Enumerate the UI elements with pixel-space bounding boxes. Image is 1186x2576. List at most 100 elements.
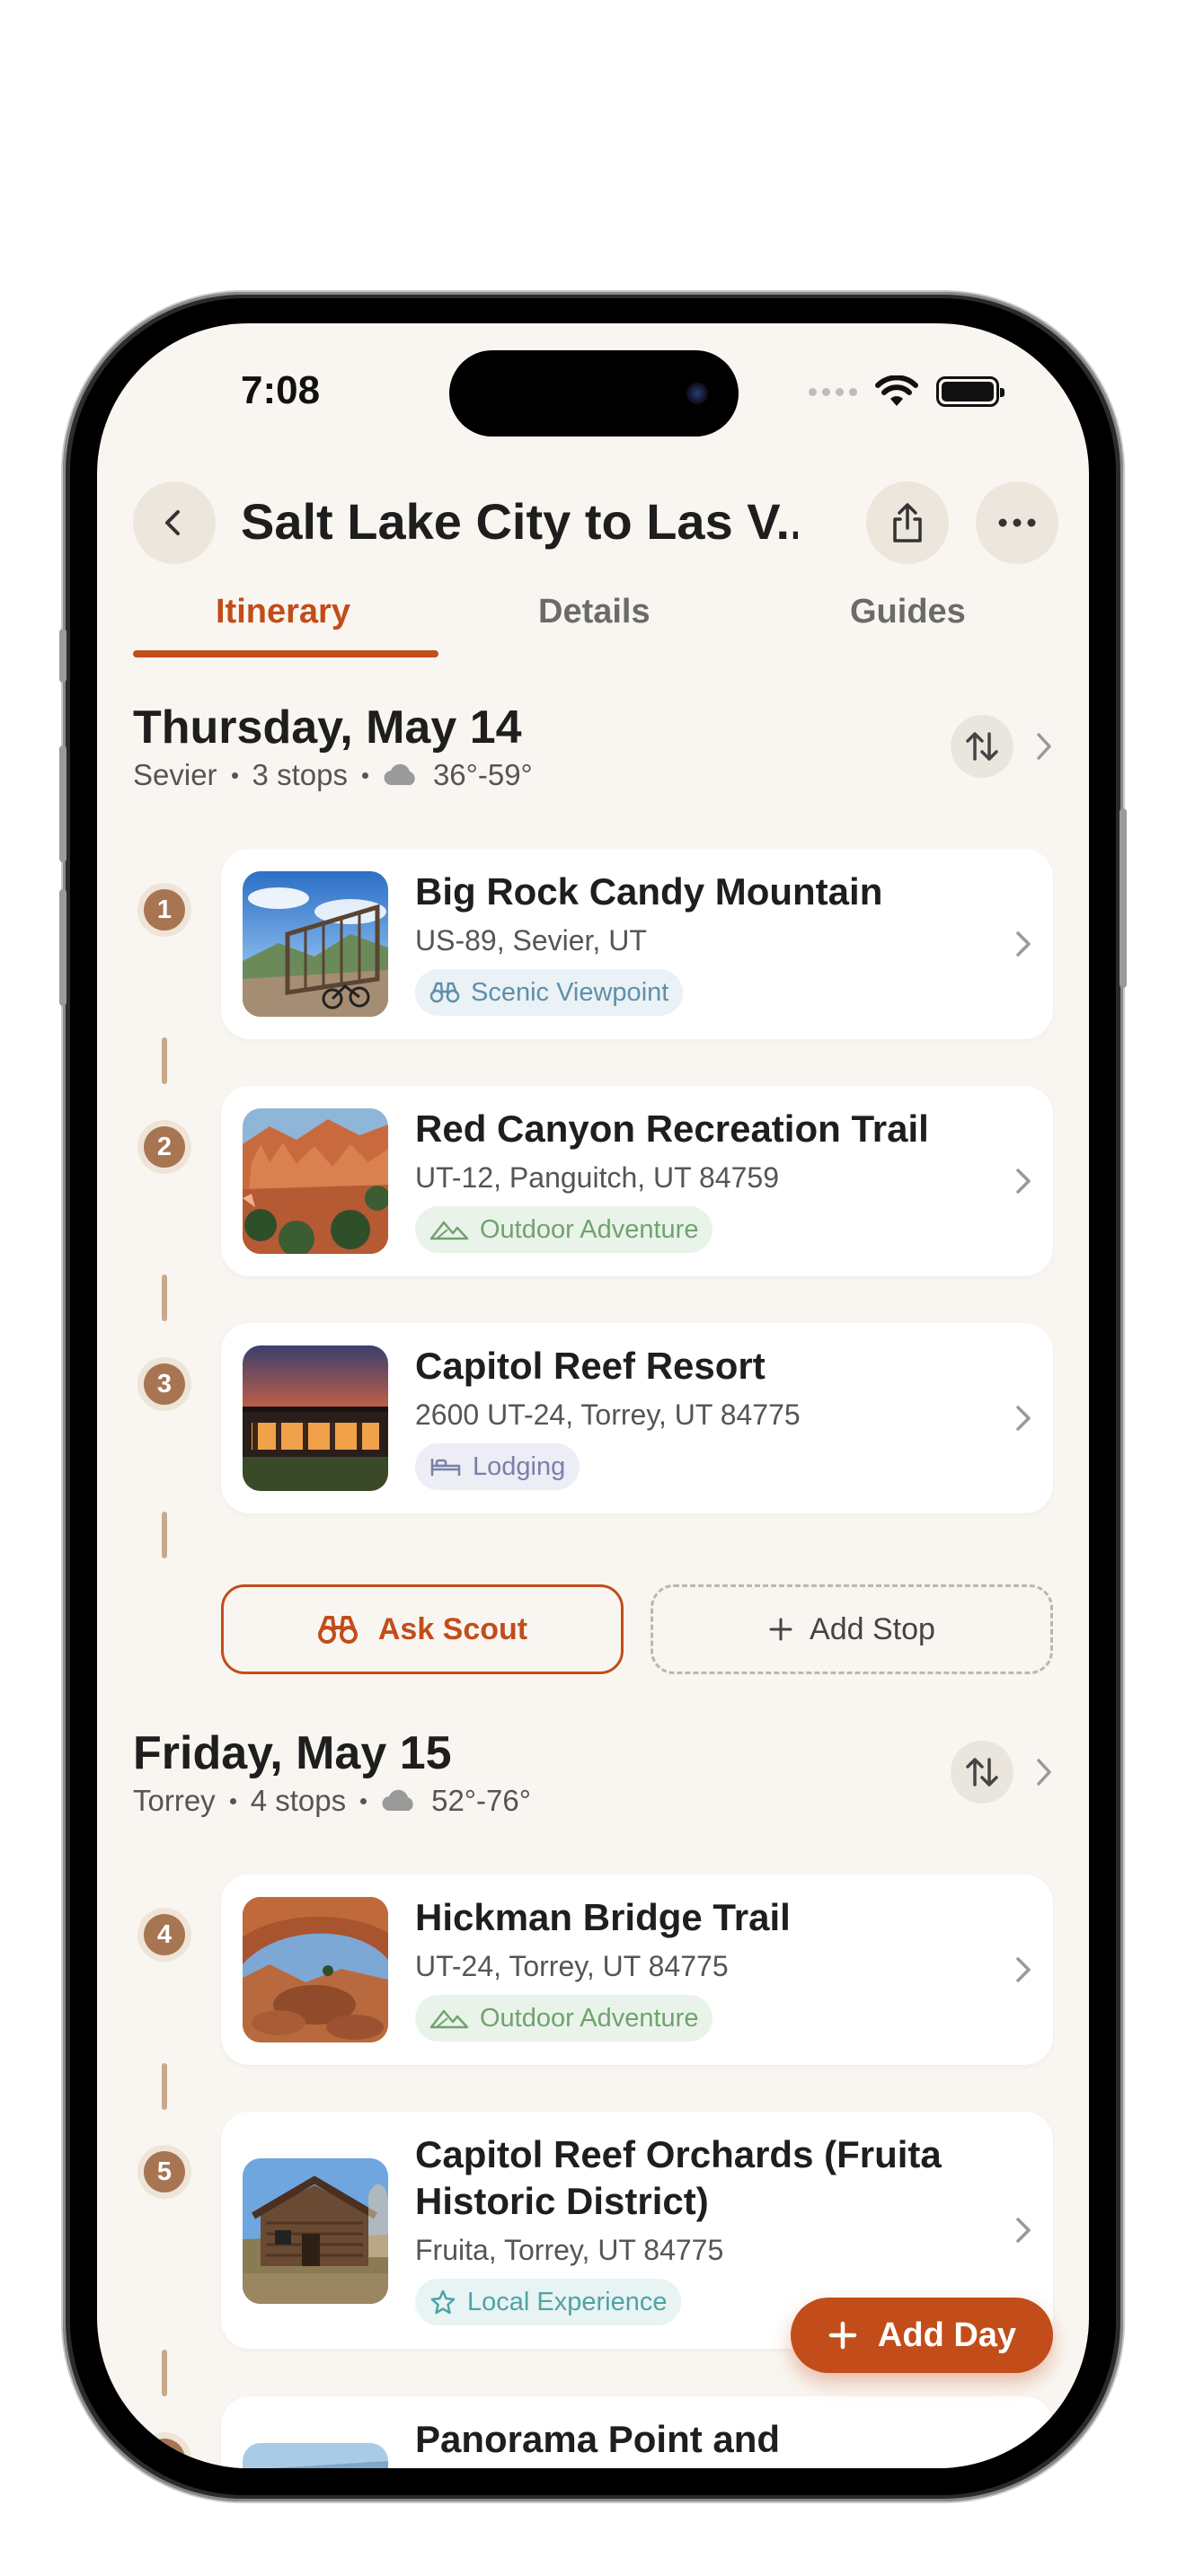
add-stop-button[interactable]: Add Stop	[651, 1584, 1053, 1674]
stop-name-line2: Historic District)	[415, 2180, 709, 2222]
stop-number-badge: 4	[137, 1908, 191, 1962]
day-weather: 52°-76°	[431, 1784, 531, 1817]
category-badge: Local Experience	[415, 2279, 682, 2325]
chevron-right-icon	[1016, 2218, 1031, 2243]
camera-icon	[686, 383, 708, 404]
stop-number-badge: 2	[137, 1120, 191, 1174]
stop-card[interactable]: Hickman Bridge Trail UT-24, Torrey, UT 8…	[221, 1875, 1053, 2065]
tab-guides[interactable]: Guides	[850, 593, 966, 631]
day-meta: Torrey 4 stops 52°-76°	[133, 1784, 531, 1818]
stop-name: Red Canyon Recreation Trail	[415, 1107, 929, 1150]
category-badge: Scenic Viewpoint	[415, 969, 684, 1016]
stop-name-line1: Capitol Reef Orchards (Fruita	[415, 2133, 942, 2175]
chevron-right-icon	[1016, 931, 1031, 957]
chevron-right-icon[interactable]	[1033, 731, 1055, 762]
day-location: Torrey	[133, 1784, 216, 1817]
bed-icon	[430, 1459, 461, 1476]
day-title: Thursday, May 14	[133, 701, 522, 754]
chevron-left-icon	[165, 510, 180, 535]
timeline-connector	[162, 1512, 167, 1558]
stop-photo	[243, 1345, 388, 1491]
stop-name: Big Rock Candy Mountain	[415, 870, 883, 913]
timeline-connector	[162, 1275, 167, 1321]
day-title: Friday, May 15	[133, 1727, 452, 1779]
back-button[interactable]	[133, 481, 216, 564]
stop-photo	[243, 1897, 388, 2042]
ellipsis-icon	[998, 518, 1036, 527]
stop-photo	[243, 2443, 388, 2468]
status-time: 7:08	[241, 368, 321, 412]
volume-down-button	[59, 889, 66, 1006]
plus-icon	[769, 1618, 792, 1641]
cloud-icon	[382, 1789, 413, 1812]
category-badge: Outdoor Adventure	[415, 1206, 713, 1253]
category-label: Scenic Viewpoint	[471, 977, 669, 1007]
stop-number-badge: 3	[137, 1357, 191, 1411]
timeline-connector	[162, 2350, 167, 2396]
category-label: Outdoor Adventure	[480, 1214, 699, 1244]
stop-photo	[243, 1108, 388, 1254]
category-label: Lodging	[473, 1451, 566, 1481]
stop-address: UT-12, Panguitch, UT 84759	[415, 1161, 779, 1194]
stop-address: Fruita, Torrey, UT 84775	[415, 2234, 724, 2266]
stop-address: US-89, Sevier, UT	[415, 924, 647, 957]
stop-number-badge: 1	[137, 883, 191, 937]
stop-name: Panorama Point and	[415, 2418, 781, 2460]
mountain-icon	[429, 1221, 469, 1240]
timeline-connector	[162, 1037, 167, 1084]
chevron-right-icon[interactable]	[1033, 1757, 1055, 1787]
dynamic-island	[449, 350, 739, 437]
stop-name: Hickman Bridge Trail	[415, 1896, 791, 1938]
category-label: Outdoor Adventure	[480, 2003, 699, 2033]
ask-scout-label: Ask Scout	[377, 1611, 528, 1646]
stop-address: UT-24, Torrey, UT 84775	[415, 1950, 729, 1982]
share-icon	[893, 503, 922, 543]
binoculars-icon	[317, 1616, 358, 1644]
day-weather: 36°-59°	[432, 758, 533, 791]
stop-photo	[243, 2158, 388, 2304]
status-icons	[809, 375, 1005, 408]
stop-card[interactable]: Panorama Point and	[221, 2396, 1053, 2468]
signal-dots-icon	[809, 387, 857, 396]
stop-card[interactable]: Big Rock Candy Mountain US-89, Sevier, U…	[221, 849, 1053, 1039]
add-day-button[interactable]: Add Day	[791, 2298, 1053, 2373]
timeline-connector	[162, 2063, 167, 2110]
reorder-button[interactable]	[951, 1741, 1013, 1804]
category-badge: Outdoor Adventure	[415, 1995, 713, 2042]
sort-arrows-icon	[966, 1758, 998, 1786]
stop-card[interactable]: Capitol Reef Resort 2600 UT-24, Torrey, …	[221, 1323, 1053, 1513]
day-meta: Sevier 3 stops 36°-59°	[133, 758, 533, 792]
chevron-right-icon	[1016, 1169, 1031, 1194]
mountain-icon	[429, 2009, 469, 2029]
tab-itinerary[interactable]: Itinerary	[216, 593, 350, 631]
stop-address: 2600 UT-24, Torrey, UT 84775	[415, 1398, 801, 1431]
stop-card[interactable]: Red Canyon Recreation Trail UT-12, Pangu…	[221, 1086, 1053, 1276]
battery-icon	[936, 376, 1005, 407]
star-icon	[430, 2289, 456, 2315]
more-button[interactable]	[976, 481, 1058, 564]
share-button[interactable]	[866, 481, 949, 564]
add-stop-label: Add Stop	[810, 1611, 935, 1646]
stop-photo	[243, 871, 388, 1017]
page-title: Salt Lake City to Las V...	[241, 493, 798, 550]
sort-arrows-icon	[966, 732, 998, 761]
stop-number-badge: 5	[137, 2145, 191, 2199]
stop-name: Capitol Reef Resort	[415, 1345, 766, 1387]
ask-scout-button[interactable]: Ask Scout	[221, 1584, 624, 1674]
action-button	[59, 629, 66, 683]
tab-details[interactable]: Details	[538, 593, 651, 631]
day-location: Sevier	[133, 758, 217, 791]
reorder-button[interactable]	[951, 715, 1013, 778]
screen: 7:08 Salt Lake City to Las V... Itinerar…	[97, 323, 1089, 2468]
add-day-label: Add Day	[877, 2316, 1017, 2354]
category-badge: Lodging	[415, 1443, 580, 1490]
chevron-right-icon	[1016, 1957, 1031, 1982]
chevron-right-icon	[1016, 1406, 1031, 1431]
category-label: Local Experience	[467, 2287, 668, 2316]
cloud-icon	[384, 763, 415, 786]
volume-up-button	[59, 745, 66, 862]
tab-active-indicator	[133, 650, 438, 657]
day-stops-count: 4 stops	[250, 1784, 347, 1817]
binoculars-icon	[429, 982, 460, 1003]
power-button	[1120, 808, 1127, 988]
